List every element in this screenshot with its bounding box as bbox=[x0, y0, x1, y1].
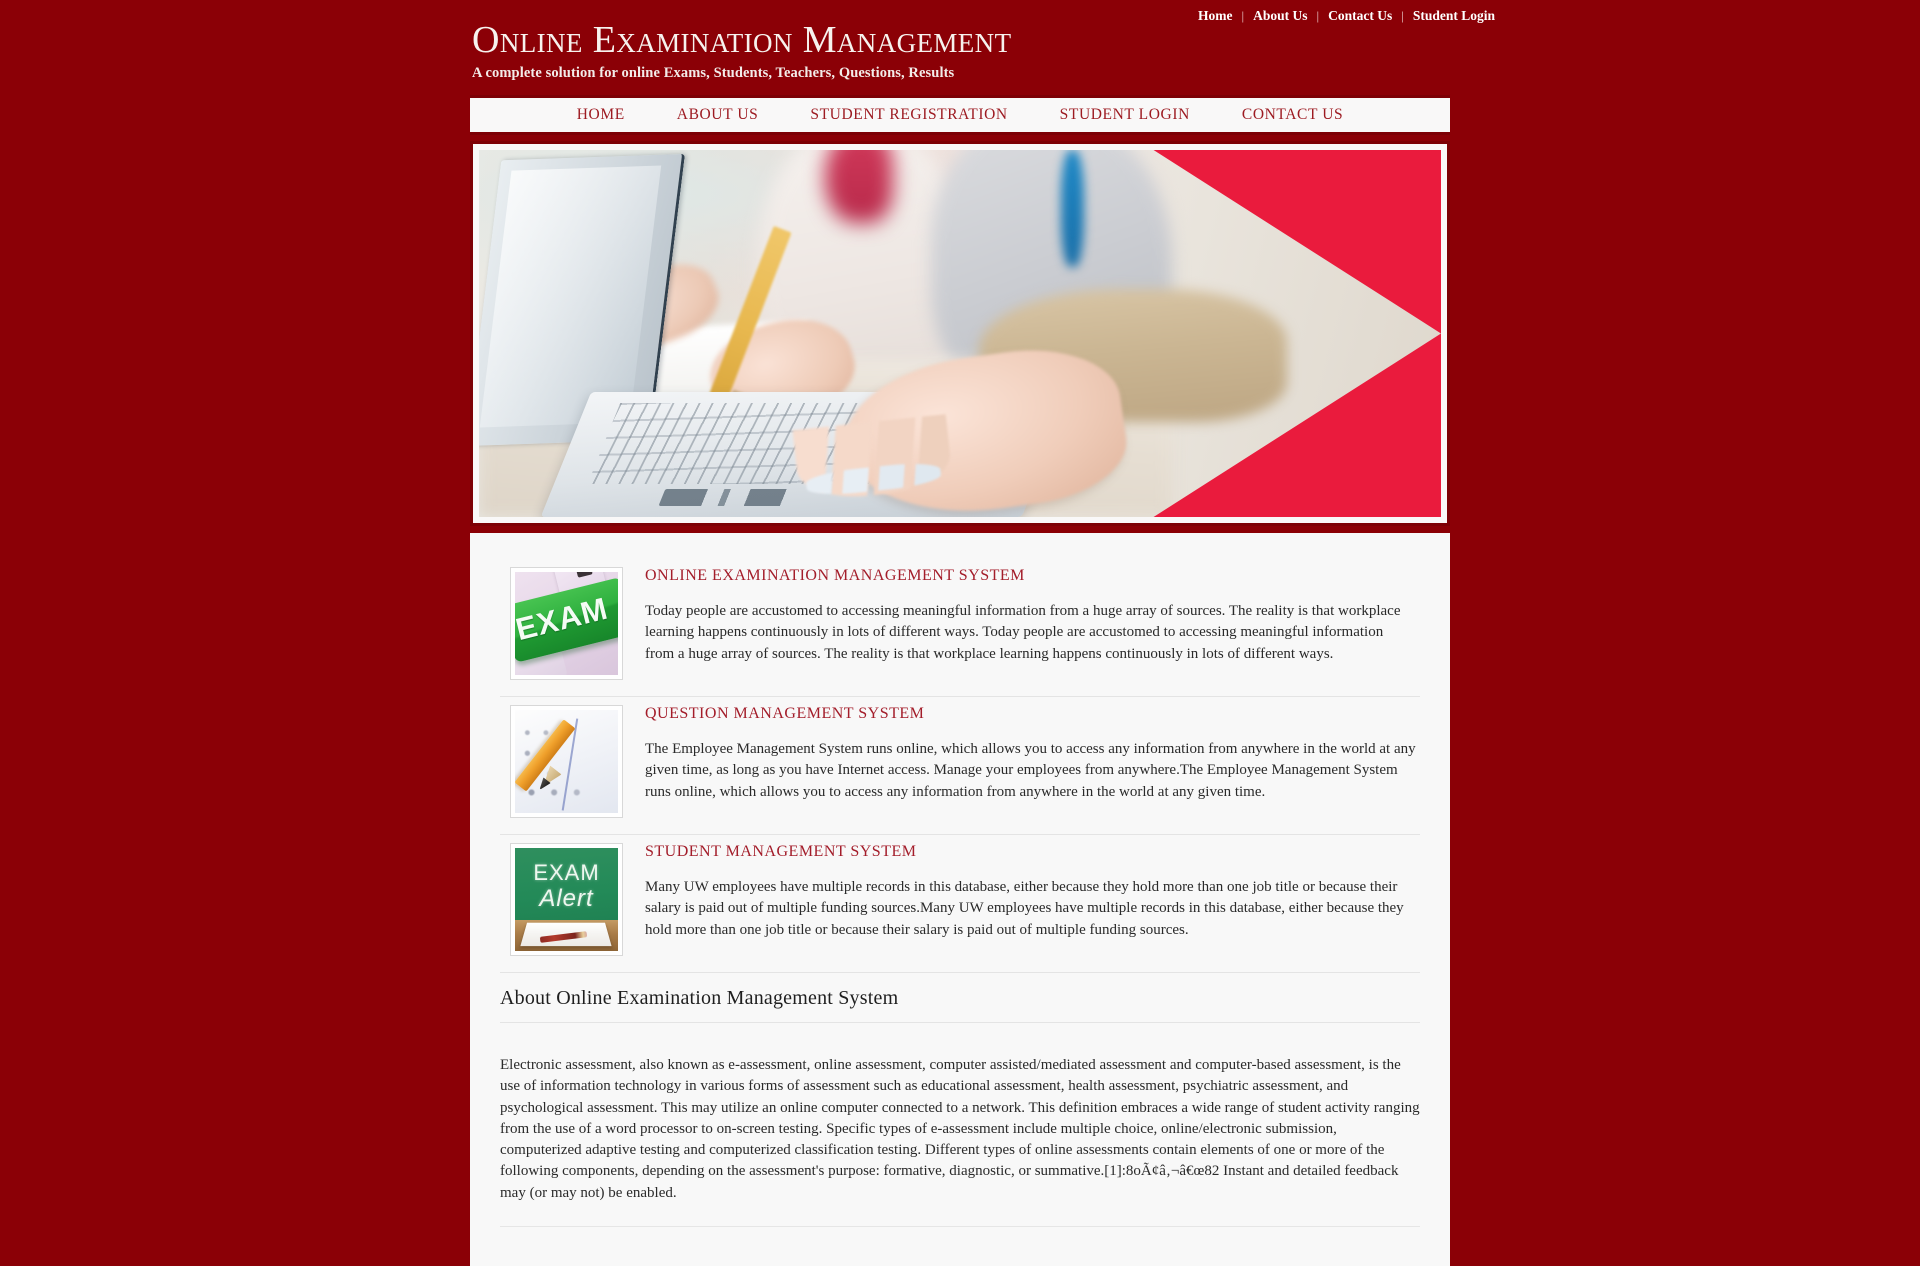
exam-key-label: EXAM bbox=[515, 590, 612, 647]
green-exam-key: EXAM bbox=[515, 576, 618, 663]
exam-alert-chalkboard-thumbnail: EXAM Alert bbox=[510, 843, 623, 956]
chalkboard-text-exam: EXAM bbox=[533, 860, 600, 886]
utility-nav-item-home[interactable]: Home bbox=[1198, 8, 1242, 24]
utility-nav-item-about-us[interactable]: About Us bbox=[1244, 8, 1316, 24]
banner-laptop-ports bbox=[658, 489, 829, 506]
nav-home[interactable]: HOME bbox=[551, 102, 651, 128]
feature-title-student-management-system: STUDENT MANAGEMENT SYSTEM bbox=[645, 843, 917, 860]
about-section-text: Electronic assessment, also known as e-a… bbox=[500, 1055, 1420, 1228]
feature-title-online-examination-management-system: ONLINE EXAMINATION MANAGEMENT SYSTEM bbox=[645, 567, 1025, 584]
about-section: About Online Examination Management Syst… bbox=[500, 973, 1420, 1266]
main-nav-item: STUDENT LOGIN bbox=[1034, 102, 1216, 128]
banner-frame bbox=[470, 141, 1450, 526]
utility-nav: Home | About Us | Contact Us | Student L… bbox=[1198, 8, 1504, 24]
banner-strap-shape bbox=[1061, 150, 1085, 268]
feature-row: QUESTION MANAGEMENT SYSTEM The Employee … bbox=[500, 697, 1420, 835]
main-navigation: HOME ABOUT US STUDENT REGISTRATION STUDE… bbox=[470, 95, 1450, 135]
utility-nav-item-student-login[interactable]: Student Login bbox=[1404, 8, 1504, 24]
feature-row: EXAM ONLINE EXAMINATION MANAGEMENT SYSTE… bbox=[500, 559, 1420, 697]
thumbnail-image: EXAM Alert bbox=[515, 848, 618, 951]
nav-student-login[interactable]: STUDENT LOGIN bbox=[1034, 102, 1216, 128]
feature-text: Many UW employees have multiple records … bbox=[645, 879, 1404, 938]
thumbnail-image: EXAM bbox=[515, 572, 618, 675]
nav-about-us[interactable]: ABOUT US bbox=[651, 102, 785, 128]
feature-row: EXAM Alert STUDENT MANAGEMENT SYSTEM Man… bbox=[500, 835, 1420, 973]
page-root: Home | About Us | Contact Us | Student L… bbox=[0, 0, 1920, 1266]
feature-body: STUDENT MANAGEMENT SYSTEM Many UW employ… bbox=[645, 843, 1420, 941]
main-nav-item: ABOUT US bbox=[651, 102, 785, 128]
main-content-panel: EXAM ONLINE EXAMINATION MANAGEMENT SYSTE… bbox=[470, 533, 1450, 1266]
main-nav-item: HOME bbox=[551, 102, 651, 128]
hero-banner-image bbox=[479, 150, 1441, 517]
feature-text: Today people are accustomed to accessing… bbox=[645, 603, 1401, 662]
banner-person-shape bbox=[825, 150, 893, 224]
page-shell: HOME ABOUT US STUDENT REGISTRATION STUDE… bbox=[470, 95, 1450, 1266]
nav-contact-us[interactable]: CONTACT US bbox=[1216, 102, 1369, 128]
feature-body: QUESTION MANAGEMENT SYSTEM The Employee … bbox=[645, 705, 1420, 803]
utility-nav-item-contact-us[interactable]: Contact Us bbox=[1319, 8, 1401, 24]
nav-student-registration[interactable]: STUDENT REGISTRATION bbox=[784, 102, 1033, 128]
site-tagline: A complete solution for online Exams, St… bbox=[472, 65, 955, 81]
exam-green-key-thumbnail: EXAM bbox=[510, 567, 623, 680]
main-nav-item: STUDENT REGISTRATION bbox=[784, 102, 1033, 128]
footer-spacer bbox=[500, 1227, 1420, 1266]
about-section-title: About Online Examination Management Syst… bbox=[500, 987, 1420, 1023]
main-nav-item: CONTACT US bbox=[1216, 102, 1369, 128]
thumbnail-image bbox=[515, 710, 618, 813]
feature-text: The Employee Management System runs onli… bbox=[645, 741, 1416, 800]
pencil-answer-sheet-thumbnail bbox=[510, 705, 623, 818]
feature-body: ONLINE EXAMINATION MANAGEMENT SYSTEM Tod… bbox=[645, 567, 1420, 665]
main-navigation-list: HOME ABOUT US STUDENT REGISTRATION STUDE… bbox=[551, 102, 1370, 128]
site-title: Online Examination Management bbox=[472, 19, 1012, 61]
masthead: Online Examination Management A complete… bbox=[472, 21, 1172, 82]
chalkboard-text-alert: Alert bbox=[539, 885, 594, 913]
feature-title-question-management-system: QUESTION MANAGEMENT SYSTEM bbox=[645, 705, 925, 722]
